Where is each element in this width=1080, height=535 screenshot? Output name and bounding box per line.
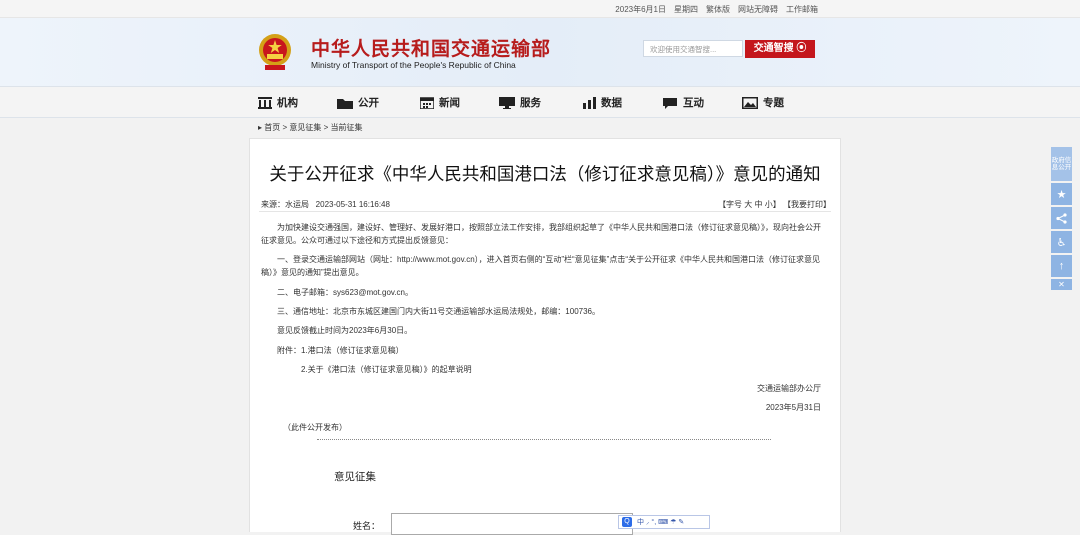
nav-label: 数据 [601, 97, 622, 109]
search-button[interactable]: 交通智搜 ⦿ [745, 40, 815, 58]
name-input[interactable] [391, 513, 633, 535]
sign-date: 2023年5月31日 [765, 403, 821, 412]
share-icon [1056, 212, 1067, 224]
breadcrumb-sep: > [282, 123, 288, 132]
ime-toolbar[interactable]: Q 中 ⸝ °, ⌨ ☂ ✎ [618, 515, 710, 529]
breadcrumb-current[interactable]: 当前征集 [331, 123, 363, 132]
article-datetime: 2023-05-31 16:16:48 [315, 200, 390, 209]
nav-item-data[interactable]: 数据 [582, 95, 622, 110]
chat-icon [663, 97, 677, 109]
divider [259, 211, 831, 212]
signer: 交通运输部办公厅 [757, 384, 821, 393]
body-paragraph: 二、电子邮箱：sys623@mot.gov.cn。 [261, 288, 414, 297]
body-paragraph: 意见反馈截止时间为2023年6月30日。 [261, 326, 413, 335]
body-paragraph: 一、登录交通运输部网站（网址：http://www.mot.gov.cn），进入… [261, 255, 820, 277]
nav-item-disclosure[interactable]: 公开 [337, 95, 379, 110]
building-icon [258, 96, 272, 109]
breadcrumb-home[interactable]: 首页 [264, 123, 280, 132]
calendar-icon [420, 96, 434, 109]
article-title: 关于公开征求《中华人民共和国港口法（修订征求意见稿）》意见的通知 [269, 164, 821, 184]
nav-label: 机构 [277, 97, 298, 109]
font-small-link[interactable]: 小】 [765, 200, 781, 209]
breadcrumb: ▸ 首页 > 意见征集 > 当前征集 [258, 122, 363, 133]
star-icon: ★ [1056, 188, 1067, 201]
share-button[interactable] [1051, 207, 1072, 229]
breadcrumb-marker-icon: ▸ [258, 123, 263, 132]
nav-item-services[interactable]: 服务 [499, 95, 541, 110]
site-subtitle: Ministry of Transport of the People's Re… [311, 60, 516, 70]
top-links: 2023年6月1日 星期四 繁体版 网站无障碍 工作邮箱 [615, 4, 818, 15]
article-tools: 【字号 大 中 小】 【我要打印】 [718, 199, 831, 210]
body-paragraph: 三、通信地址：北京市东城区建国门内大街11号交通运输部水运局法规处，邮编：100… [261, 307, 600, 316]
national-emblem-icon [259, 34, 291, 70]
top-utility-bar: 2023年6月1日 星期四 繁体版 网站无障碍 工作邮箱 [0, 0, 1080, 18]
article-card: 关于公开征求《中华人民共和国港口法（修订征求意见稿）》意见的通知 来源：水运局 … [249, 138, 841, 535]
search-icon: ⦿ [796, 43, 807, 54]
nav-label: 新闻 [439, 97, 460, 109]
accessibility-link[interactable]: 网站无障碍 [738, 4, 778, 15]
site-title[interactable]: 中华人民共和国交通运输部 [311, 34, 551, 61]
favorite-button[interactable]: ★ [1051, 183, 1072, 205]
traditional-link[interactable]: 繁体版 [706, 4, 730, 15]
font-size-label: 【字号 [718, 200, 743, 209]
close-sidebar-button[interactable]: ✕ [1051, 279, 1072, 290]
nav-label: 公开 [358, 97, 379, 109]
main-nav: 机构 公开 新闻 服务 数据 互动 专题 [0, 86, 1080, 118]
search-button-label: 交通智搜 [753, 43, 794, 54]
nav-item-agency[interactable]: 机构 [258, 95, 298, 110]
name-label: 姓名： [353, 521, 381, 531]
back-to-top-button[interactable]: ↑ [1051, 255, 1072, 277]
font-medium-link[interactable]: 中 [755, 200, 763, 209]
article-meta: 来源：水运局 2023-05-31 16:16:48 [261, 199, 390, 210]
ime-controls: 中 ⸝ °, ⌨ ☂ ✎ [637, 519, 685, 526]
current-date: 2023年6月1日 [615, 5, 666, 14]
nav-label: 互动 [683, 97, 704, 109]
floating-sidebar: 政府信息公开 ★ ♿ ↑ ✕ [1051, 147, 1072, 292]
nav-item-topics[interactable]: 专题 [742, 95, 784, 110]
bar-chart-icon [583, 96, 596, 109]
monitor-icon [499, 96, 515, 109]
ime-logo-icon: Q [622, 517, 632, 527]
dotted-divider [317, 439, 771, 440]
feedback-section-title: 意见征集 [334, 471, 376, 483]
wheelchair-icon: ♿ [1056, 236, 1067, 249]
gov-info-button[interactable]: 政府信息公开 [1051, 147, 1072, 181]
current-weekday: 星期四 [674, 5, 698, 14]
accessibility-button[interactable]: ♿ [1051, 231, 1072, 253]
webmail-link[interactable]: 工作邮箱 [786, 4, 818, 15]
nav-label: 专题 [763, 97, 784, 109]
nav-label: 服务 [520, 97, 541, 109]
article-source: 来源：水运局 [261, 200, 309, 209]
breadcrumb-section[interactable]: 意见征集 [289, 123, 321, 132]
site-header: 中华人民共和国交通运输部 Ministry of Transport of th… [0, 18, 1080, 86]
search-input[interactable]: 欢迎使用交通智搜... [643, 40, 743, 57]
nav-item-interaction[interactable]: 互动 [662, 95, 704, 110]
attachment-2-link[interactable]: 2.关于《港口法（修订征求意见稿）》的起草说明 [261, 363, 821, 376]
print-link[interactable]: 【我要打印】 [783, 200, 831, 209]
image-icon [742, 96, 758, 109]
attachment-1-link[interactable]: 附件：1.港口法（修订征求意见稿） [261, 344, 821, 357]
publish-note: （此件公开发布） [283, 423, 347, 432]
folder-icon [337, 98, 353, 109]
arrow-up-icon: ↑ [1058, 260, 1065, 272]
breadcrumb-sep: > [323, 123, 329, 132]
nav-item-news[interactable]: 新闻 [420, 95, 460, 110]
body-paragraph: 为加快建设交通强国，建设好、管理好、发展好港口，按照部立法工作安排，我部组织起草… [261, 223, 821, 245]
font-large-link[interactable]: 大 [744, 200, 752, 209]
close-icon: ✕ [1058, 280, 1065, 289]
gov-info-label: 政府信息公开 [1051, 157, 1072, 171]
